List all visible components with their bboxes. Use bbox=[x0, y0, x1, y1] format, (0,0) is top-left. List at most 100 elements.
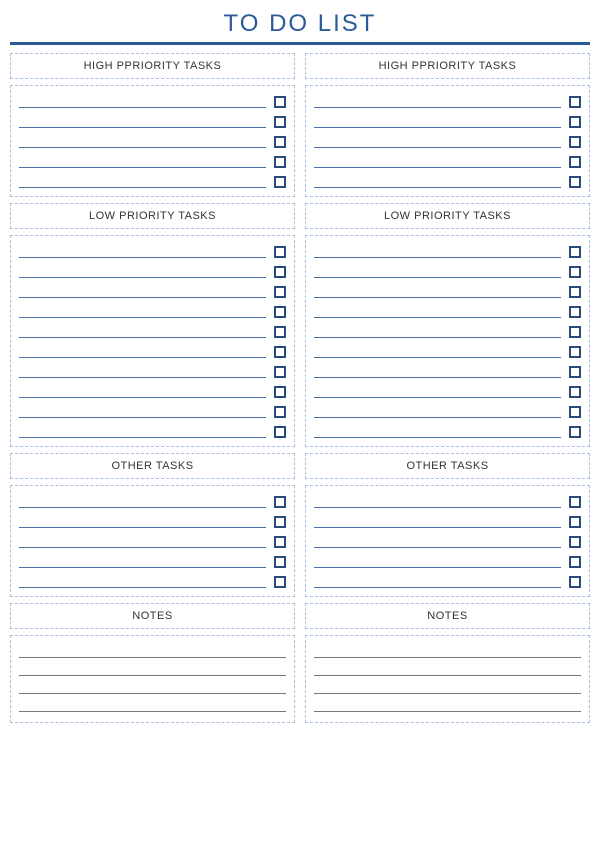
task-row bbox=[19, 556, 286, 568]
task-row bbox=[19, 516, 286, 528]
notes-line[interactable] bbox=[314, 700, 581, 712]
checkbox-icon[interactable] bbox=[569, 286, 581, 298]
checkbox-icon[interactable] bbox=[569, 266, 581, 278]
task-line[interactable] bbox=[314, 326, 561, 338]
task-row bbox=[19, 406, 286, 418]
checkbox-icon[interactable] bbox=[274, 266, 286, 278]
task-line[interactable] bbox=[19, 246, 266, 258]
column-left: HIGH PPRIORITY TASKS LOW PRIORITY TASKS … bbox=[10, 53, 295, 723]
checkbox-icon[interactable] bbox=[569, 306, 581, 318]
checkbox-icon[interactable] bbox=[569, 346, 581, 358]
task-line[interactable] bbox=[314, 246, 561, 258]
checkbox-icon[interactable] bbox=[274, 176, 286, 188]
task-row bbox=[314, 366, 581, 378]
task-line[interactable] bbox=[314, 346, 561, 358]
task-line[interactable] bbox=[314, 266, 561, 278]
checkbox-icon[interactable] bbox=[274, 116, 286, 128]
checkbox-icon[interactable] bbox=[274, 286, 286, 298]
task-line[interactable] bbox=[19, 386, 266, 398]
checkbox-icon[interactable] bbox=[569, 366, 581, 378]
task-line[interactable] bbox=[19, 286, 266, 298]
checkbox-icon[interactable] bbox=[569, 386, 581, 398]
task-line[interactable] bbox=[314, 386, 561, 398]
notes-line[interactable] bbox=[314, 646, 581, 658]
checkbox-icon[interactable] bbox=[569, 246, 581, 258]
checkbox-icon[interactable] bbox=[569, 516, 581, 528]
task-line[interactable] bbox=[19, 96, 266, 108]
checkbox-icon[interactable] bbox=[274, 576, 286, 588]
task-line[interactable] bbox=[19, 176, 266, 188]
task-line[interactable] bbox=[314, 116, 561, 128]
task-line[interactable] bbox=[314, 406, 561, 418]
checkbox-icon[interactable] bbox=[274, 346, 286, 358]
task-line[interactable] bbox=[19, 496, 266, 508]
checkbox-icon[interactable] bbox=[274, 516, 286, 528]
task-line[interactable] bbox=[19, 346, 266, 358]
checkbox-icon[interactable] bbox=[569, 176, 581, 188]
task-line[interactable] bbox=[314, 366, 561, 378]
task-line[interactable] bbox=[19, 516, 266, 528]
checkbox-icon[interactable] bbox=[274, 306, 286, 318]
checkbox-icon[interactable] bbox=[274, 426, 286, 438]
task-line[interactable] bbox=[314, 176, 561, 188]
task-line[interactable] bbox=[19, 426, 266, 438]
notes-line[interactable] bbox=[314, 682, 581, 694]
task-line[interactable] bbox=[19, 536, 266, 548]
task-row bbox=[19, 536, 286, 548]
task-row bbox=[314, 136, 581, 148]
checkbox-icon[interactable] bbox=[274, 496, 286, 508]
checkbox-icon[interactable] bbox=[569, 496, 581, 508]
checkbox-icon[interactable] bbox=[569, 326, 581, 338]
checkbox-icon[interactable] bbox=[274, 136, 286, 148]
task-line[interactable] bbox=[314, 426, 561, 438]
task-line[interactable] bbox=[314, 496, 561, 508]
checkbox-icon[interactable] bbox=[569, 576, 581, 588]
checkbox-icon[interactable] bbox=[274, 246, 286, 258]
task-line[interactable] bbox=[314, 136, 561, 148]
checkbox-icon[interactable] bbox=[274, 326, 286, 338]
checkbox-icon[interactable] bbox=[274, 406, 286, 418]
notes-line[interactable] bbox=[19, 646, 286, 658]
checkbox-icon[interactable] bbox=[569, 136, 581, 148]
other-tasks-body bbox=[10, 485, 295, 597]
task-line[interactable] bbox=[19, 266, 266, 278]
notes-line[interactable] bbox=[19, 664, 286, 676]
task-line[interactable] bbox=[314, 286, 561, 298]
task-line[interactable] bbox=[19, 406, 266, 418]
notes-line[interactable] bbox=[19, 682, 286, 694]
checkbox-icon[interactable] bbox=[569, 116, 581, 128]
task-row bbox=[314, 246, 581, 258]
checkbox-icon[interactable] bbox=[274, 96, 286, 108]
task-row bbox=[314, 306, 581, 318]
checkbox-icon[interactable] bbox=[569, 156, 581, 168]
checkbox-icon[interactable] bbox=[569, 406, 581, 418]
checkbox-icon[interactable] bbox=[274, 386, 286, 398]
notes-body bbox=[10, 635, 295, 723]
checkbox-icon[interactable] bbox=[569, 536, 581, 548]
checkbox-icon[interactable] bbox=[274, 536, 286, 548]
task-line[interactable] bbox=[19, 366, 266, 378]
checkbox-icon[interactable] bbox=[569, 426, 581, 438]
task-row bbox=[314, 516, 581, 528]
checkbox-icon[interactable] bbox=[569, 96, 581, 108]
task-line[interactable] bbox=[314, 306, 561, 318]
notes-line[interactable] bbox=[314, 664, 581, 676]
task-line[interactable] bbox=[314, 96, 561, 108]
task-line[interactable] bbox=[19, 576, 266, 588]
task-line[interactable] bbox=[19, 306, 266, 318]
task-line[interactable] bbox=[314, 556, 561, 568]
task-line[interactable] bbox=[314, 156, 561, 168]
checkbox-icon[interactable] bbox=[569, 556, 581, 568]
notes-line[interactable] bbox=[19, 700, 286, 712]
checkbox-icon[interactable] bbox=[274, 556, 286, 568]
checkbox-icon[interactable] bbox=[274, 156, 286, 168]
task-line[interactable] bbox=[19, 156, 266, 168]
checkbox-icon[interactable] bbox=[274, 366, 286, 378]
task-line[interactable] bbox=[314, 516, 561, 528]
task-line[interactable] bbox=[19, 326, 266, 338]
task-line[interactable] bbox=[314, 576, 561, 588]
task-line[interactable] bbox=[19, 556, 266, 568]
task-line[interactable] bbox=[314, 536, 561, 548]
task-line[interactable] bbox=[19, 136, 266, 148]
task-line[interactable] bbox=[19, 116, 266, 128]
